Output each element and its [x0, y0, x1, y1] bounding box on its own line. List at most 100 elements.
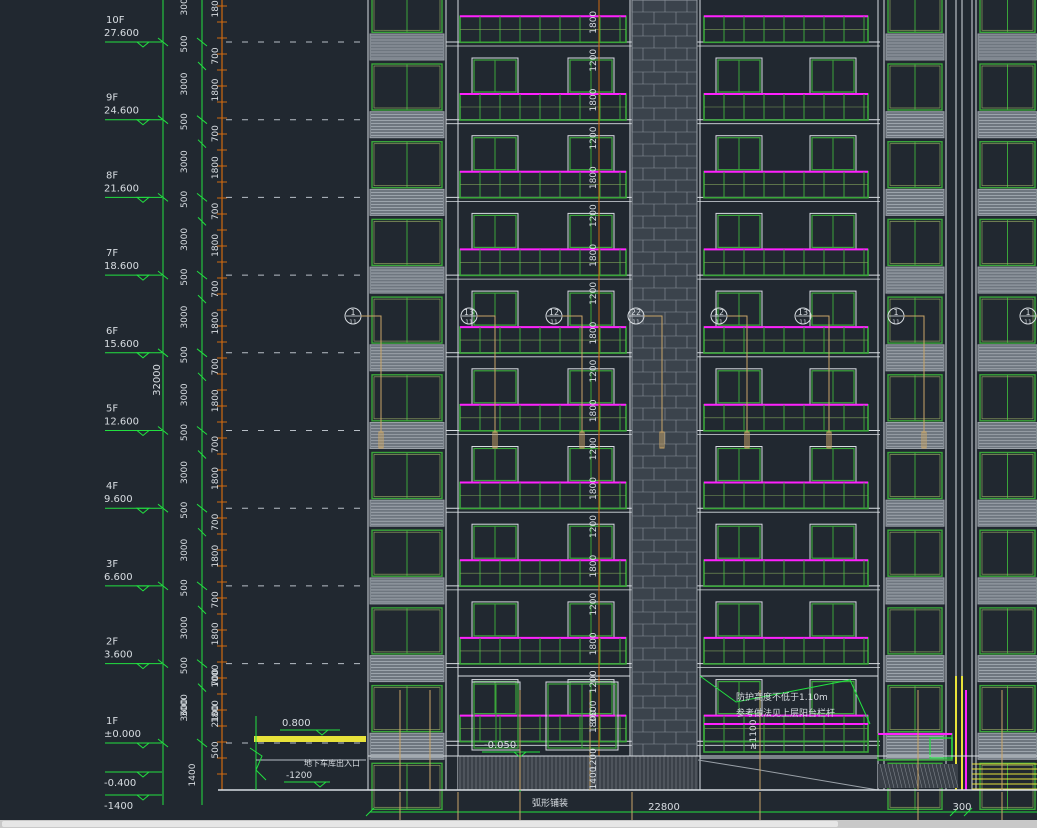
- floor-elevation: ±0.000: [104, 729, 141, 740]
- grid-tag-sub: 11: [892, 319, 900, 326]
- grid-tag-sub: 11: [632, 319, 640, 326]
- louvre-panel: [885, 422, 945, 449]
- louvre-panel: [977, 499, 1037, 527]
- grid-tag-sub: 11: [465, 319, 473, 326]
- louvre-panel: [977, 33, 1037, 61]
- louvre-panel: [977, 266, 1037, 294]
- floor-name: 1F: [106, 716, 118, 727]
- louvre-panel: [977, 732, 1037, 760]
- bay-dim-1200: 1200: [589, 126, 599, 149]
- louvre-panel: [885, 655, 945, 683]
- floor-elevation: 3.600: [104, 650, 133, 661]
- horizontal-scrollbar[interactable]: [0, 820, 1037, 828]
- dim-500: 500: [180, 346, 190, 363]
- paving: [458, 756, 698, 790]
- bay-dim-1800: 1800: [589, 477, 599, 500]
- louvre-panel: [885, 577, 945, 605]
- dim-3000: 3000: [180, 538, 190, 561]
- bay-dim-1200: 1200: [589, 437, 599, 460]
- bay-dim-1800: 1800: [589, 166, 599, 189]
- railing-note-1: 防护高度不低于1.10m: [736, 691, 828, 703]
- louvre-panel: [369, 33, 445, 61]
- bay-dim-1800: 1800: [589, 632, 599, 655]
- louvre-panel: [885, 111, 945, 139]
- louvre-panel: [369, 732, 445, 760]
- floor-name: 3F: [106, 559, 118, 570]
- dim-700: 700: [211, 591, 221, 608]
- floor-elevation: 12.600: [104, 417, 139, 428]
- dim-700: 700: [211, 436, 221, 453]
- bay-dim-1200: 1200: [589, 359, 599, 382]
- grid-tag-number: 13: [798, 308, 808, 317]
- floor-elevation: 15.600: [104, 339, 139, 350]
- dim-700: 700: [211, 280, 221, 297]
- louvre-panel: [885, 188, 945, 216]
- grid-tag-number: 1: [893, 308, 898, 317]
- garage-canopy: [254, 736, 366, 742]
- louvre-panel: [977, 577, 1037, 605]
- floor-elevation: 9.600: [104, 494, 133, 505]
- bay-dim-1800: 1800: [589, 321, 599, 344]
- dim-500: 500: [180, 579, 190, 596]
- grid-tag-sub: 11: [799, 319, 807, 326]
- floor-name: 9F: [106, 93, 118, 104]
- dim-ground-1000: 1000: [211, 664, 221, 687]
- bottom-dim-22800: 22800: [648, 802, 680, 813]
- dim-1800: 1800: [211, 156, 221, 179]
- ground-level: -0.050: [484, 740, 516, 751]
- bay-dim-1800: 1800: [589, 88, 599, 111]
- dim-500: 500: [180, 501, 190, 518]
- dim-ground-2100: 2100: [211, 704, 221, 727]
- bay-dim-1200: 1200: [589, 515, 599, 538]
- grid-tag-number: 13: [464, 308, 474, 317]
- left-level: 0.800: [282, 718, 311, 729]
- bay-dim-1200: 1200: [589, 282, 599, 305]
- dim-1800: 1800: [211, 234, 221, 257]
- floor-elevation: 18.600: [104, 261, 139, 272]
- grid-tag-number: 22: [631, 308, 641, 317]
- grid-tag-number: 1: [350, 308, 355, 317]
- base-level: -0.400: [104, 778, 136, 789]
- floor-name: 4F: [106, 481, 118, 492]
- dim-500: 500: [180, 191, 190, 208]
- grid-tag-number: 12: [714, 308, 724, 317]
- dim-500: 500: [180, 268, 190, 285]
- louvre-panel: [885, 732, 945, 760]
- floor-name: 10F: [106, 15, 125, 26]
- bay-dim-1200: 1200: [589, 204, 599, 227]
- dim-1800: 1800: [211, 467, 221, 490]
- bay-dim-1800: 1800: [589, 11, 599, 34]
- grid-tag-sub: 11: [1024, 319, 1032, 326]
- louvre-panel: [885, 499, 945, 527]
- louvre-panel: [369, 266, 445, 294]
- ground-bay-dim: 3600: [589, 700, 599, 723]
- louvre-panel: [977, 655, 1037, 683]
- louvre-panel: [885, 33, 945, 61]
- railing-dim: ≥1100: [749, 719, 759, 750]
- dim-700: 700: [211, 358, 221, 375]
- louvre-panel: [885, 344, 945, 372]
- dim-500: 500: [180, 657, 190, 674]
- dim-ground-500: 500: [211, 741, 221, 758]
- floor-name: 5F: [106, 404, 118, 415]
- louvre-panel: [369, 499, 445, 527]
- ground-bottom-dim: 1400: [589, 766, 599, 789]
- louvre-panel: [369, 188, 445, 216]
- bay-dim-1800: 1800: [589, 399, 599, 422]
- floor-elevation: 6.600: [104, 572, 133, 583]
- dim-ground-3600: 3600: [180, 698, 190, 721]
- dim-1800: 1800: [211, 544, 221, 567]
- base-level: -1400: [104, 801, 133, 812]
- elevation-drawing: 32000 10F 27.600 9F 24.600 8F 21.600 7F 18.600 6F…: [0, 0, 1037, 828]
- scrollbar-thumb[interactable]: [2, 821, 838, 827]
- louvre-panel: [369, 111, 445, 139]
- bottom-dim-300: 300: [952, 802, 971, 813]
- grid-tag-sub: 11: [550, 319, 558, 326]
- dim-500: 500: [180, 113, 190, 130]
- floor-elevation: 21.600: [104, 183, 139, 194]
- dim-700: 700: [211, 125, 221, 142]
- louvre-panel: [977, 422, 1037, 449]
- garage-level: -1200: [286, 771, 312, 781]
- grid-tag-number: 12: [549, 308, 559, 317]
- louvre-panel: [977, 188, 1037, 216]
